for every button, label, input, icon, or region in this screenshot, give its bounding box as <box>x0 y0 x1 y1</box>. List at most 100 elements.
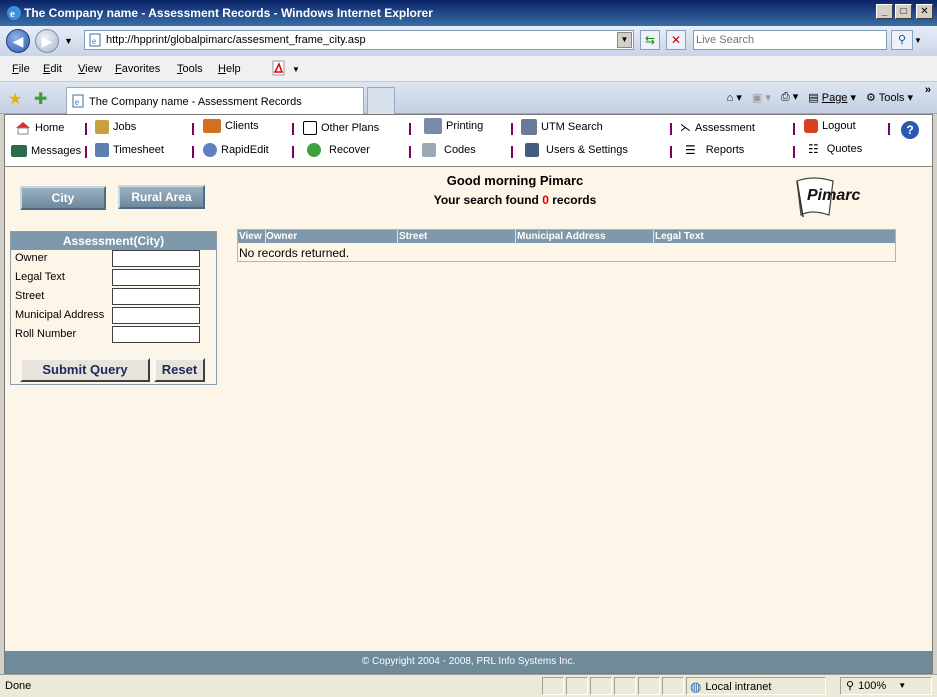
nav-messages[interactable]: Messages <box>11 145 81 157</box>
nav-separator <box>511 146 513 158</box>
nav-recover[interactable]: Recover <box>307 143 370 157</box>
owner-input[interactable] <box>112 250 200 267</box>
nav-jobs[interactable]: Jobs <box>95 120 136 134</box>
stop-icon: ✕ <box>670 33 682 47</box>
nav-separator <box>192 146 194 158</box>
street-label: Street <box>15 290 45 302</box>
add-favorites-icon[interactable]: ✚ <box>34 89 47 109</box>
nav-rapidedit[interactable]: RapidEdit <box>203 143 269 157</box>
tab-page-icon: e <box>72 94 84 108</box>
security-zone[interactable]: ◍ Local intranet <box>690 679 771 695</box>
close-button[interactable]: ✕ <box>916 4 933 19</box>
nav-separator <box>292 146 294 158</box>
url-dropdown-button[interactable]: ▼ <box>617 32 632 48</box>
tools-menu[interactable]: ⚙ Tools ▾ <box>866 91 913 104</box>
result-count: 0 <box>542 193 549 207</box>
menu-view[interactable]: View <box>78 63 102 75</box>
search-field[interactable] <box>693 30 887 50</box>
users-settings-icon <box>525 143 539 157</box>
window-controls: _ □ ✕ <box>876 4 933 19</box>
status-cell <box>614 677 636 695</box>
menu-tools[interactable]: Tools <box>177 63 203 75</box>
nav-quotes[interactable]: ☷ Quotes <box>808 142 862 156</box>
zoom-control[interactable]: ⚲ 100% ▼ <box>846 679 906 693</box>
col-street[interactable]: Street <box>399 230 427 243</box>
menu-edit[interactable]: Edit <box>43 63 62 75</box>
nav-utm-search[interactable]: UTM Search <box>521 119 603 135</box>
col-view[interactable]: View <box>239 230 262 243</box>
quotes-icon: ☷ <box>808 142 819 156</box>
nav-assessment[interactable]: ⋋ Assessment <box>680 121 755 135</box>
greeting-text: Good morning Pimarc <box>446 173 584 188</box>
city-button[interactable]: City <box>20 186 106 210</box>
new-tab-button[interactable] <box>367 87 395 114</box>
column-divider <box>515 230 516 243</box>
nav-separator <box>409 146 411 158</box>
nav-other-plans[interactable]: Other Plans <box>303 121 379 135</box>
feeds-icon[interactable]: ▣ ▾ <box>752 91 771 104</box>
search-options-dropdown-icon[interactable]: ▼ <box>914 36 922 45</box>
submit-query-button[interactable]: Submit Query <box>20 358 150 382</box>
nav-separator <box>670 123 672 135</box>
pdf-convert-icon[interactable] <box>270 60 287 77</box>
nav-codes[interactable]: Codes <box>422 143 476 157</box>
search-input[interactable] <box>694 31 882 49</box>
history-dropdown-icon[interactable]: ▼ <box>64 36 73 46</box>
page-menu[interactable]: ▤ Page ▾ <box>808 91 856 104</box>
jobs-icon <box>95 120 109 134</box>
nav-clients[interactable]: Clients <box>203 119 259 133</box>
refresh-icon: ⇆ <box>644 33 656 47</box>
menu-favorites[interactable]: Favorites <box>115 63 160 75</box>
printer-icon <box>424 118 442 134</box>
other-plans-icon <box>303 121 317 135</box>
page-content: Home Messages Jobs Timesheet Clients Rap… <box>4 114 933 674</box>
roll-number-input[interactable] <box>112 326 200 343</box>
nav-users-settings[interactable]: Users & Settings <box>525 143 628 157</box>
nav-timesheet[interactable]: Timesheet <box>95 143 164 157</box>
nav-home[interactable]: Home <box>15 121 64 135</box>
maximize-button[interactable]: □ <box>895 4 912 19</box>
menu-help[interactable]: Help <box>218 63 241 75</box>
url-field[interactable]: e http://hpprint/globalpimarc/assesment_… <box>84 30 634 50</box>
refresh-button[interactable]: ⇆ <box>640 30 660 50</box>
legal-text-input[interactable] <box>112 269 200 286</box>
nav-printing[interactable]: Printing <box>424 118 483 134</box>
forward-button[interactable]: ▶ <box>35 29 59 53</box>
recover-icon <box>307 143 321 157</box>
col-owner[interactable]: Owner <box>266 230 297 243</box>
rapidedit-gear-icon <box>203 143 217 157</box>
municipal-address-input[interactable] <box>112 307 200 324</box>
nav-separator <box>888 123 890 135</box>
stop-button[interactable]: ✕ <box>666 30 686 50</box>
search-button[interactable]: ⚲ <box>891 30 913 50</box>
forward-arrow-icon: ▶ <box>41 33 53 49</box>
municipal-address-label: Municipal Address <box>15 309 105 321</box>
help-icon[interactable]: ? <box>901 121 919 139</box>
more-commands-icon[interactable]: » <box>925 84 931 96</box>
owner-label: Owner <box>15 252 48 264</box>
reset-button[interactable]: Reset <box>154 358 205 382</box>
status-bar: Done ◍ Local intranet ⚲ 100% ▼ <box>0 674 937 697</box>
codes-icon <box>422 143 436 157</box>
pdf-dropdown-icon[interactable]: ▼ <box>292 65 300 74</box>
back-button[interactable]: ◀ <box>6 29 30 53</box>
col-municipal-address[interactable]: Municipal Address <box>517 230 606 243</box>
tab-label: The Company name - Assessment Records <box>89 96 302 108</box>
street-input[interactable] <box>112 288 200 305</box>
minimize-button[interactable]: _ <box>876 4 893 19</box>
tab-assessment-records[interactable]: e The Company name - Assessment Records <box>66 87 364 114</box>
nav-reports[interactable]: ☰ Reports <box>685 143 744 157</box>
print-icon[interactable]: ⎙ ▾ <box>781 90 798 104</box>
search-icon: ⚲ <box>897 34 907 46</box>
rural-area-button[interactable]: Rural Area <box>118 185 205 209</box>
col-legal-text[interactable]: Legal Text <box>655 230 704 243</box>
favorites-star-icon[interactable]: ★ <box>8 89 22 109</box>
nav-logout[interactable]: Logout <box>804 119 856 133</box>
status-cell <box>590 677 612 695</box>
form-title: Assessment(City) <box>11 232 216 250</box>
home-icon[interactable]: ⌂ ▾ <box>727 91 742 104</box>
url-text: http://hpprint/globalpimarc/assesment_fr… <box>106 34 366 46</box>
menu-file[interactable]: File <box>12 63 30 75</box>
status-cell <box>542 677 564 695</box>
status-cell <box>662 677 684 695</box>
